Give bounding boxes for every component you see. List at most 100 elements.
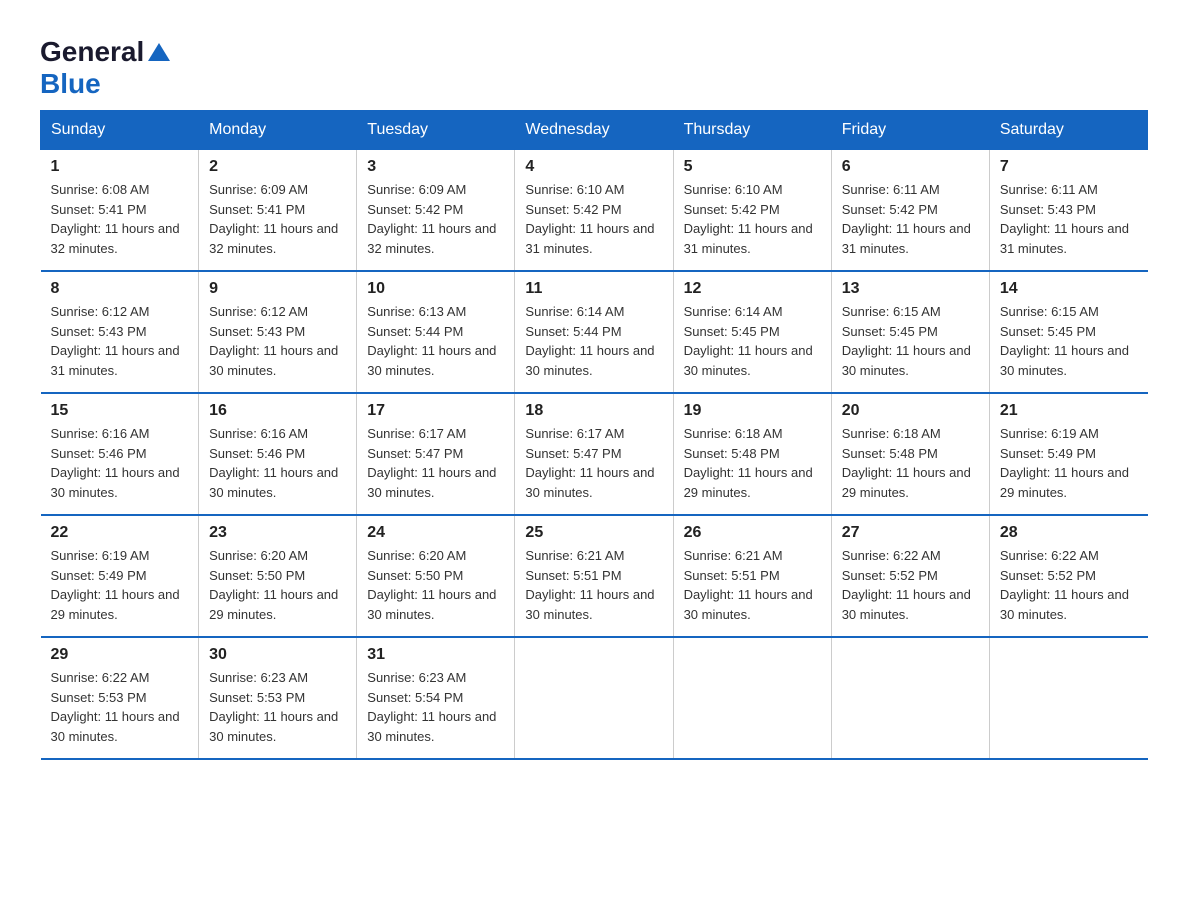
calendar-table: SundayMondayTuesdayWednesdayThursdayFrid… <box>40 110 1148 760</box>
header-tuesday: Tuesday <box>357 111 515 150</box>
calendar-day-cell: 12 Sunrise: 6:14 AM Sunset: 5:45 PM Dayl… <box>673 271 831 393</box>
header-monday: Monday <box>199 111 357 150</box>
calendar-day-cell <box>673 637 831 759</box>
day-info: Sunrise: 6:16 AM Sunset: 5:46 PM Dayligh… <box>209 424 346 502</box>
day-number: 19 <box>684 402 821 420</box>
day-info: Sunrise: 6:17 AM Sunset: 5:47 PM Dayligh… <box>525 424 662 502</box>
day-info: Sunrise: 6:23 AM Sunset: 5:53 PM Dayligh… <box>209 668 346 746</box>
header-thursday: Thursday <box>673 111 831 150</box>
day-number: 30 <box>209 646 346 664</box>
day-number: 11 <box>525 280 662 298</box>
calendar-week-row: 29 Sunrise: 6:22 AM Sunset: 5:53 PM Dayl… <box>41 637 1148 759</box>
calendar-day-cell: 26 Sunrise: 6:21 AM Sunset: 5:51 PM Dayl… <box>673 515 831 637</box>
day-number: 13 <box>842 280 979 298</box>
calendar-day-cell: 13 Sunrise: 6:15 AM Sunset: 5:45 PM Dayl… <box>831 271 989 393</box>
day-number: 26 <box>684 524 821 542</box>
day-info: Sunrise: 6:22 AM Sunset: 5:52 PM Dayligh… <box>842 546 979 624</box>
logo-triangle-icon <box>148 39 170 61</box>
day-info: Sunrise: 6:21 AM Sunset: 5:51 PM Dayligh… <box>684 546 821 624</box>
day-info: Sunrise: 6:19 AM Sunset: 5:49 PM Dayligh… <box>1000 424 1138 502</box>
calendar-day-cell <box>831 637 989 759</box>
calendar-day-cell: 3 Sunrise: 6:09 AM Sunset: 5:42 PM Dayli… <box>357 150 515 272</box>
day-number: 25 <box>525 524 662 542</box>
day-number: 14 <box>1000 280 1138 298</box>
day-number: 21 <box>1000 402 1138 420</box>
calendar-header-row: SundayMondayTuesdayWednesdayThursdayFrid… <box>41 111 1148 150</box>
day-number: 1 <box>51 158 189 176</box>
calendar-day-cell: 25 Sunrise: 6:21 AM Sunset: 5:51 PM Dayl… <box>515 515 673 637</box>
day-info: Sunrise: 6:17 AM Sunset: 5:47 PM Dayligh… <box>367 424 504 502</box>
header-wednesday: Wednesday <box>515 111 673 150</box>
calendar-day-cell <box>515 637 673 759</box>
day-number: 28 <box>1000 524 1138 542</box>
calendar-day-cell: 15 Sunrise: 6:16 AM Sunset: 5:46 PM Dayl… <box>41 393 199 515</box>
day-number: 24 <box>367 524 504 542</box>
calendar-day-cell: 6 Sunrise: 6:11 AM Sunset: 5:42 PM Dayli… <box>831 150 989 272</box>
day-number: 8 <box>51 280 189 298</box>
calendar-day-cell: 19 Sunrise: 6:18 AM Sunset: 5:48 PM Dayl… <box>673 393 831 515</box>
page-header: General Blue <box>40 30 1148 100</box>
day-number: 5 <box>684 158 821 176</box>
day-info: Sunrise: 6:20 AM Sunset: 5:50 PM Dayligh… <box>209 546 346 624</box>
day-info: Sunrise: 6:11 AM Sunset: 5:43 PM Dayligh… <box>1000 180 1138 258</box>
day-number: 18 <box>525 402 662 420</box>
calendar-day-cell: 28 Sunrise: 6:22 AM Sunset: 5:52 PM Dayl… <box>989 515 1147 637</box>
day-number: 10 <box>367 280 504 298</box>
calendar-day-cell: 31 Sunrise: 6:23 AM Sunset: 5:54 PM Dayl… <box>357 637 515 759</box>
day-info: Sunrise: 6:18 AM Sunset: 5:48 PM Dayligh… <box>842 424 979 502</box>
day-number: 3 <box>367 158 504 176</box>
calendar-day-cell: 16 Sunrise: 6:16 AM Sunset: 5:46 PM Dayl… <box>199 393 357 515</box>
calendar-day-cell: 14 Sunrise: 6:15 AM Sunset: 5:45 PM Dayl… <box>989 271 1147 393</box>
day-info: Sunrise: 6:10 AM Sunset: 5:42 PM Dayligh… <box>684 180 821 258</box>
day-info: Sunrise: 6:21 AM Sunset: 5:51 PM Dayligh… <box>525 546 662 624</box>
calendar-day-cell: 30 Sunrise: 6:23 AM Sunset: 5:53 PM Dayl… <box>199 637 357 759</box>
day-info: Sunrise: 6:14 AM Sunset: 5:44 PM Dayligh… <box>525 302 662 380</box>
calendar-day-cell: 10 Sunrise: 6:13 AM Sunset: 5:44 PM Dayl… <box>357 271 515 393</box>
calendar-week-row: 8 Sunrise: 6:12 AM Sunset: 5:43 PM Dayli… <box>41 271 1148 393</box>
day-info: Sunrise: 6:14 AM Sunset: 5:45 PM Dayligh… <box>684 302 821 380</box>
day-number: 9 <box>209 280 346 298</box>
calendar-day-cell: 20 Sunrise: 6:18 AM Sunset: 5:48 PM Dayl… <box>831 393 989 515</box>
day-number: 17 <box>367 402 504 420</box>
header-sunday: Sunday <box>41 111 199 150</box>
day-number: 12 <box>684 280 821 298</box>
day-info: Sunrise: 6:12 AM Sunset: 5:43 PM Dayligh… <box>209 302 346 380</box>
calendar-day-cell: 21 Sunrise: 6:19 AM Sunset: 5:49 PM Dayl… <box>989 393 1147 515</box>
day-info: Sunrise: 6:13 AM Sunset: 5:44 PM Dayligh… <box>367 302 504 380</box>
day-info: Sunrise: 6:11 AM Sunset: 5:42 PM Dayligh… <box>842 180 979 258</box>
day-number: 4 <box>525 158 662 176</box>
day-number: 2 <box>209 158 346 176</box>
calendar-day-cell: 2 Sunrise: 6:09 AM Sunset: 5:41 PM Dayli… <box>199 150 357 272</box>
day-info: Sunrise: 6:09 AM Sunset: 5:42 PM Dayligh… <box>367 180 504 258</box>
calendar-day-cell: 29 Sunrise: 6:22 AM Sunset: 5:53 PM Dayl… <box>41 637 199 759</box>
calendar-week-row: 22 Sunrise: 6:19 AM Sunset: 5:49 PM Dayl… <box>41 515 1148 637</box>
day-number: 22 <box>51 524 189 542</box>
day-number: 16 <box>209 402 346 420</box>
calendar-week-row: 15 Sunrise: 6:16 AM Sunset: 5:46 PM Dayl… <box>41 393 1148 515</box>
logo-general-text: General <box>40 36 144 68</box>
calendar-day-cell: 23 Sunrise: 6:20 AM Sunset: 5:50 PM Dayl… <box>199 515 357 637</box>
day-info: Sunrise: 6:22 AM Sunset: 5:52 PM Dayligh… <box>1000 546 1138 624</box>
calendar-day-cell: 4 Sunrise: 6:10 AM Sunset: 5:42 PM Dayli… <box>515 150 673 272</box>
day-info: Sunrise: 6:12 AM Sunset: 5:43 PM Dayligh… <box>51 302 189 380</box>
calendar-week-row: 1 Sunrise: 6:08 AM Sunset: 5:41 PM Dayli… <box>41 150 1148 272</box>
day-number: 29 <box>51 646 189 664</box>
day-info: Sunrise: 6:22 AM Sunset: 5:53 PM Dayligh… <box>51 668 189 746</box>
day-info: Sunrise: 6:08 AM Sunset: 5:41 PM Dayligh… <box>51 180 189 258</box>
logo-blue-text: Blue <box>40 68 101 99</box>
day-info: Sunrise: 6:10 AM Sunset: 5:42 PM Dayligh… <box>525 180 662 258</box>
calendar-day-cell: 7 Sunrise: 6:11 AM Sunset: 5:43 PM Dayli… <box>989 150 1147 272</box>
header-friday: Friday <box>831 111 989 150</box>
logo: General Blue <box>40 36 170 100</box>
day-info: Sunrise: 6:16 AM Sunset: 5:46 PM Dayligh… <box>51 424 189 502</box>
calendar-day-cell <box>989 637 1147 759</box>
day-number: 27 <box>842 524 979 542</box>
day-info: Sunrise: 6:19 AM Sunset: 5:49 PM Dayligh… <box>51 546 189 624</box>
calendar-day-cell: 8 Sunrise: 6:12 AM Sunset: 5:43 PM Dayli… <box>41 271 199 393</box>
calendar-day-cell: 27 Sunrise: 6:22 AM Sunset: 5:52 PM Dayl… <box>831 515 989 637</box>
day-number: 20 <box>842 402 979 420</box>
calendar-day-cell: 9 Sunrise: 6:12 AM Sunset: 5:43 PM Dayli… <box>199 271 357 393</box>
day-info: Sunrise: 6:23 AM Sunset: 5:54 PM Dayligh… <box>367 668 504 746</box>
day-number: 23 <box>209 524 346 542</box>
day-number: 31 <box>367 646 504 664</box>
